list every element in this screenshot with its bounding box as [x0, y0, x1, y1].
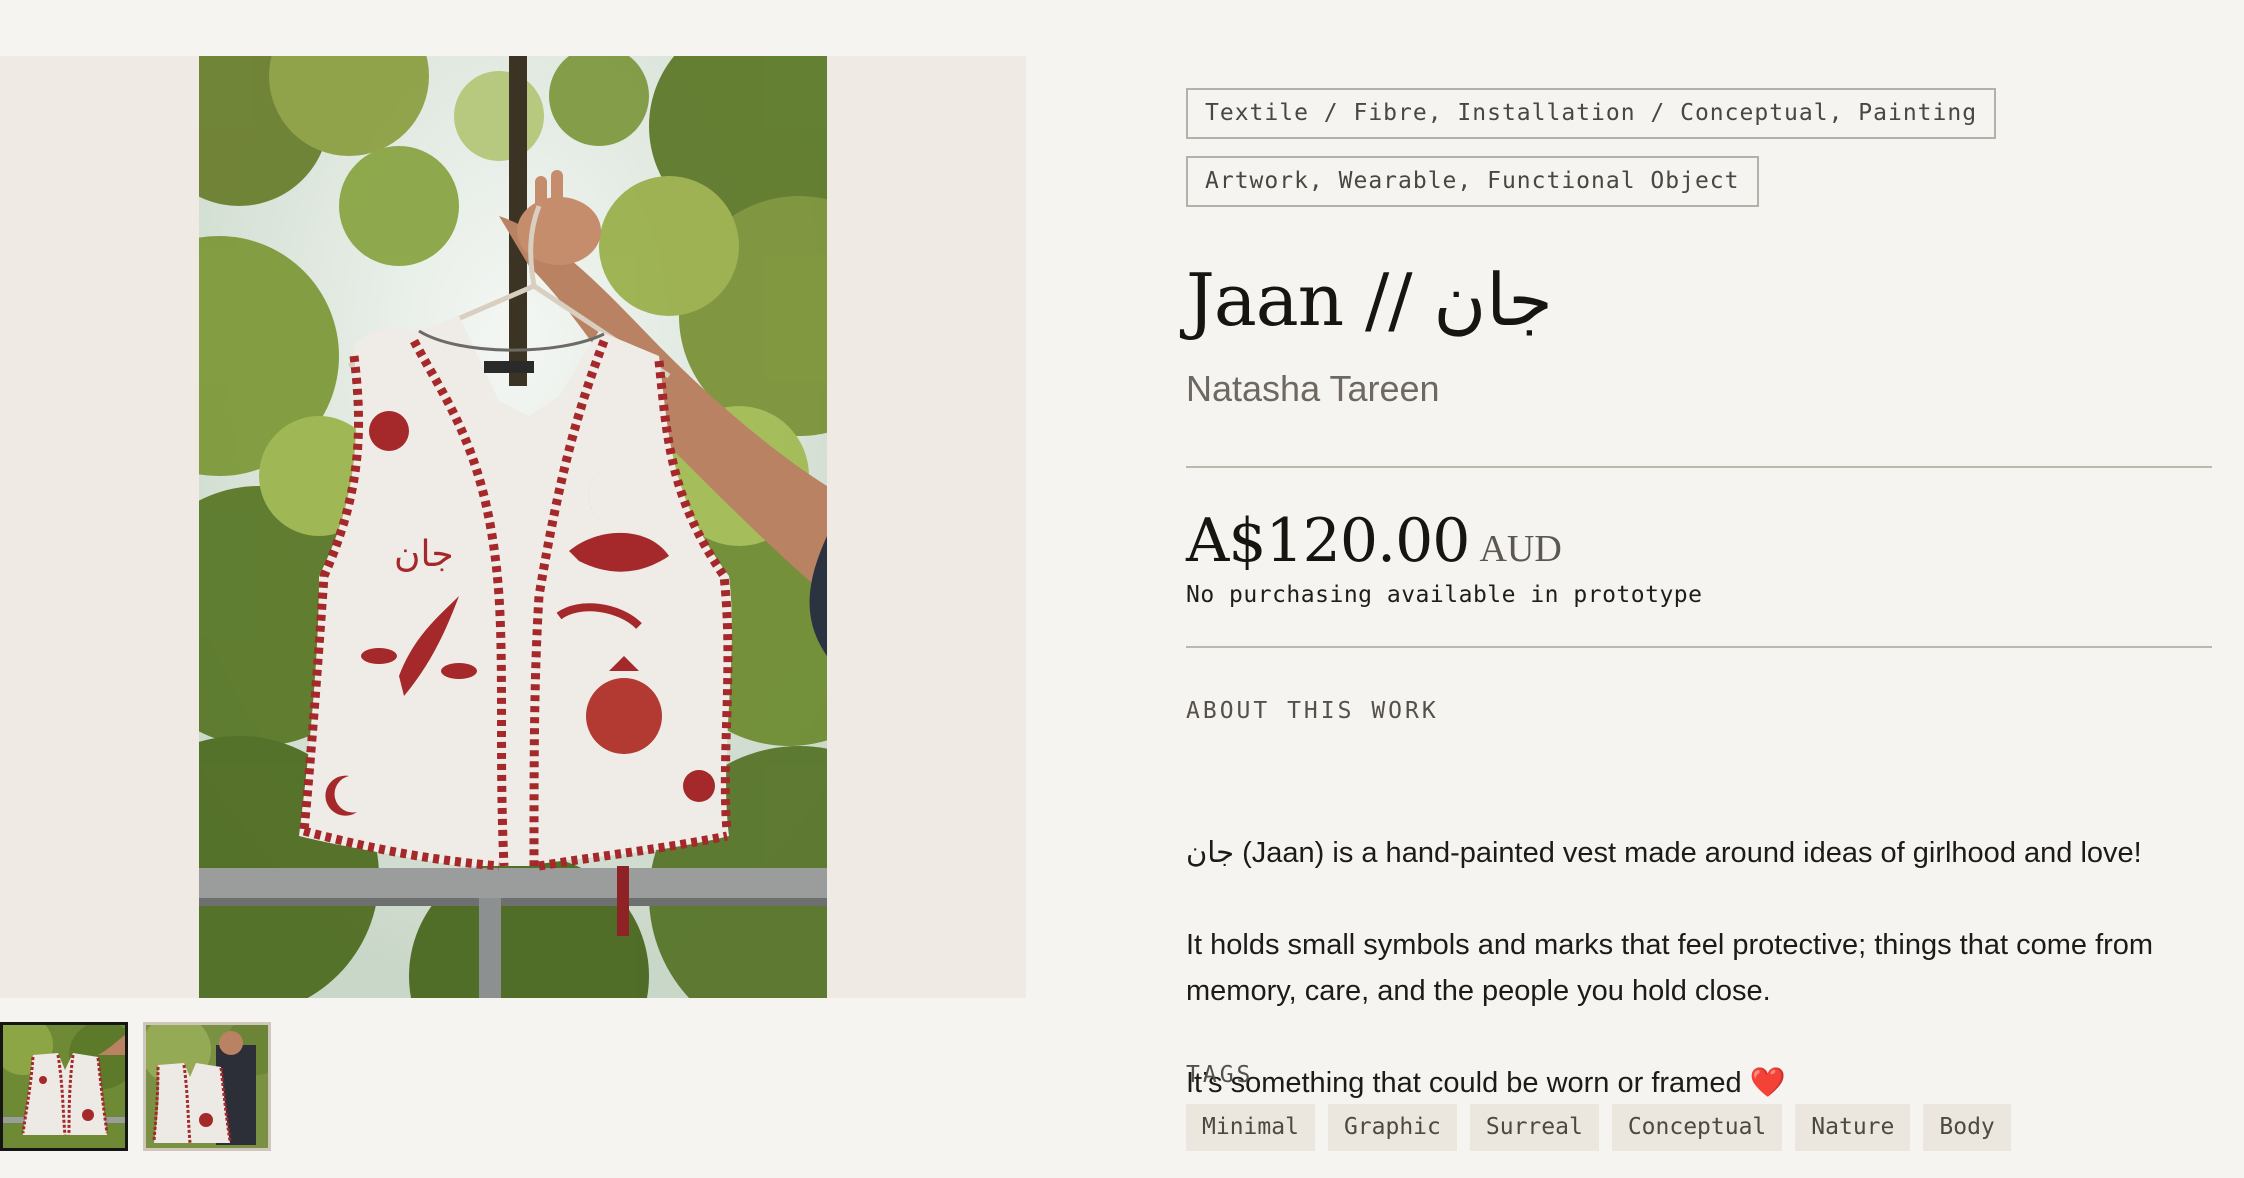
divider [1186, 466, 2212, 468]
artwork-details: Textile / Fibre, Installation / Conceptu… [1186, 88, 2212, 1151]
tag-surreal[interactable]: Surreal [1469, 1104, 1599, 1151]
tag-body[interactable]: Body [1923, 1104, 2011, 1151]
gallery-thumbnail-2[interactable] [143, 1022, 271, 1151]
tag-nature[interactable]: Nature [1795, 1104, 1911, 1151]
artist-name[interactable]: Natasha Tareen [1186, 368, 1440, 410]
tag-minimal[interactable]: Minimal [1186, 1104, 1315, 1151]
svg-text:جان: جان [394, 534, 454, 575]
artwork-title: Jaan // جان [1186, 258, 1554, 342]
about-section-label: ABOUT THIS WORK [1186, 698, 1439, 724]
gallery-main-panel: جان [0, 56, 1026, 998]
gallery-thumbnail-1[interactable] [0, 1022, 128, 1151]
tag-conceptual[interactable]: Conceptual [1611, 1104, 1783, 1151]
price-amount: A$120.00 [1186, 506, 1470, 576]
description-paragraph: It holds small symbols and marks that fe… [1186, 929, 2154, 1007]
description-paragraph: جان (Jaan) is a hand-painted vest made a… [1186, 837, 2142, 869]
category-tag-media[interactable]: Textile / Fibre, Installation / Conceptu… [1186, 88, 1997, 139]
description-paragraph: It’s something that could be worn or fra… [1186, 1067, 1786, 1099]
price: A$120.00 AUD [1186, 506, 1562, 576]
category-tag-type[interactable]: Artwork, Wearable, Functional Object [1186, 156, 1759, 207]
tags-section-label: TAGS [1186, 1062, 1254, 1088]
tag-list: Minimal Graphic Surreal Conceptual Natur… [1186, 1104, 2011, 1151]
divider [1186, 646, 2212, 648]
purchase-note: No purchasing available in prototype [1186, 582, 1703, 608]
artwork-main-image[interactable]: جان [199, 56, 827, 998]
price-currency: AUD [1479, 528, 1562, 570]
tag-graphic[interactable]: Graphic [1327, 1104, 1457, 1151]
